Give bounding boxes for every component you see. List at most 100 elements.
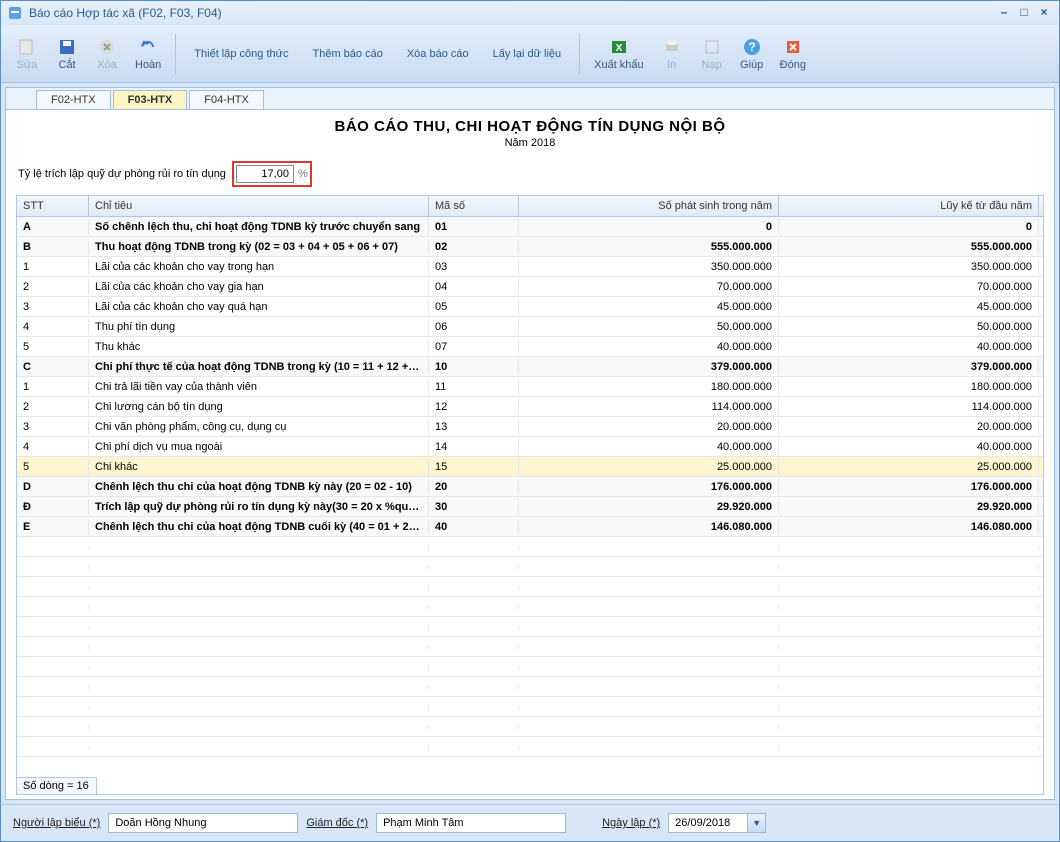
- tab-f04[interactable]: F04-HTX: [189, 90, 264, 109]
- cell-ct: Số chênh lệch thu, chi hoạt động TDNB kỳ…: [89, 219, 429, 235]
- cell-ms: 10: [429, 359, 519, 375]
- cell-ms: 20: [429, 479, 519, 495]
- help-button[interactable]: ?Giúp: [734, 35, 770, 73]
- close-button[interactable]: Đóng: [774, 35, 812, 73]
- table-row-empty: [17, 717, 1043, 737]
- cell-sp: 379.000.000: [519, 359, 779, 375]
- load-button: Nạp: [694, 35, 730, 73]
- table-row[interactable]: 5Thu khác0740.000.00040.000.000: [17, 337, 1043, 357]
- table-row[interactable]: 2Lãi của các khoản cho vay gia hạn0470.0…: [17, 277, 1043, 297]
- formula-button[interactable]: Thiết lập công thức: [184, 44, 298, 64]
- cell-ct: Chênh lệch thu chi của hoạt động TDNB cu…: [89, 519, 429, 535]
- col-sophatsinh[interactable]: Số phát sinh trong năm: [519, 196, 779, 216]
- cell-stt: B: [17, 239, 89, 255]
- cell-ms: 01: [429, 219, 519, 235]
- grid-body[interactable]: ASố chênh lệch thu, chi hoạt động TDNB k…: [17, 217, 1043, 777]
- table-row[interactable]: 4Thu phí tín dụng0650.000.00050.000.000: [17, 317, 1043, 337]
- undo-button[interactable]: Hoàn: [129, 35, 167, 73]
- minimize-button[interactable]: –: [995, 5, 1013, 21]
- close-window-button[interactable]: ×: [1035, 5, 1053, 21]
- cell-sp: 114.000.000: [519, 399, 779, 415]
- table-row[interactable]: 3Lãi của các khoản cho vay quá hạn0545.0…: [17, 297, 1043, 317]
- cell-sp: 555.000.000: [519, 239, 779, 255]
- refetch-button[interactable]: Lấy lại dữ liệu: [483, 44, 572, 64]
- cell-ms: 06: [429, 319, 519, 335]
- table-row[interactable]: 5Chi khác1525.000.00025.000.000: [17, 457, 1043, 477]
- col-luyke[interactable]: Lũy kế từ đầu năm: [779, 196, 1039, 216]
- cell-ms: 04: [429, 279, 519, 295]
- cell-sp: 146.080.000: [519, 519, 779, 535]
- table-row[interactable]: 2Chi lương cán bộ tín dụng12114.000.0001…: [17, 397, 1043, 417]
- cell-sp: 350.000.000: [519, 259, 779, 275]
- cell-sp: 50.000.000: [519, 319, 779, 335]
- titlebar: Báo cáo Hợp tác xã (F02, F03, F04) – □ ×: [1, 1, 1059, 25]
- director-input[interactable]: [376, 813, 566, 833]
- table-row[interactable]: BThu hoạt động TDNB trong kỳ (02 = 03 + …: [17, 237, 1043, 257]
- cell-ct: Chi phí thực tế của hoạt động TDNB trong…: [89, 359, 429, 375]
- toolbar: Sửa Cắt Xóa Hoàn Thiết lập công thức Thê…: [1, 25, 1059, 83]
- print-button: In: [654, 35, 690, 73]
- svg-text:X: X: [616, 43, 623, 54]
- save-icon: [57, 37, 77, 57]
- grid-footer: Số dòng = 16: [17, 777, 97, 794]
- percent-label: %: [298, 168, 308, 180]
- table-row[interactable]: EChênh lệch thu chi của hoạt động TDNB c…: [17, 517, 1043, 537]
- date-dropdown-button[interactable]: ▼: [748, 813, 766, 833]
- cell-lk: 114.000.000: [779, 399, 1039, 415]
- footer: Người lập biểu (*) Giám đốc (*) Ngày lập…: [1, 804, 1059, 841]
- cell-stt: 3: [17, 419, 89, 435]
- table-row[interactable]: ĐTrích lập quỹ dự phòng rủi ro tín dụng …: [17, 497, 1043, 517]
- delete-icon: [97, 37, 117, 57]
- date-input[interactable]: [668, 813, 748, 833]
- table-row[interactable]: 3Chi văn phòng phẩm, công cụ, dụng cụ132…: [17, 417, 1043, 437]
- cell-lk: 29.920.000: [779, 499, 1039, 515]
- table-row-empty: [17, 617, 1043, 637]
- export-button[interactable]: XXuất khẩu: [588, 35, 650, 73]
- col-maso[interactable]: Mã số: [429, 196, 519, 216]
- table-row[interactable]: 1Chi trả lãi tiền vay của thành viên1118…: [17, 377, 1043, 397]
- preparer-input[interactable]: [108, 813, 298, 833]
- cell-lk: 70.000.000: [779, 279, 1039, 295]
- edit-button: Sửa: [9, 35, 45, 73]
- cell-ms: 12: [429, 399, 519, 415]
- cell-sp: 40.000.000: [519, 339, 779, 355]
- table-row[interactable]: CChi phí thực tế của hoạt động TDNB tron…: [17, 357, 1043, 377]
- cell-ms: 07: [429, 339, 519, 355]
- tab-f03[interactable]: F03-HTX: [113, 90, 188, 109]
- load-icon: [702, 37, 722, 57]
- delete-button: Xóa: [89, 35, 125, 73]
- tab-bar: F02-HTX F03-HTX F04-HTX: [6, 88, 1054, 110]
- table-row[interactable]: 4Chi phí dịch vụ mua ngoài1440.000.00040…: [17, 437, 1043, 457]
- remove-report-button[interactable]: Xóa báo cáo: [397, 44, 479, 64]
- table-row[interactable]: 1Lãi của các khoản cho vay trong hạn0335…: [17, 257, 1043, 277]
- tab-f02[interactable]: F02-HTX: [36, 90, 111, 109]
- cell-ms: 15: [429, 459, 519, 475]
- cell-lk: 40.000.000: [779, 439, 1039, 455]
- rate-input[interactable]: [236, 165, 294, 183]
- cell-ct: Chi khác: [89, 459, 429, 475]
- table-row-empty: [17, 677, 1043, 697]
- add-report-button[interactable]: Thêm báo cáo: [303, 44, 393, 64]
- cell-lk: 146.080.000: [779, 519, 1039, 535]
- svg-text:?: ?: [748, 40, 755, 54]
- cut-button[interactable]: Cắt: [49, 35, 85, 73]
- maximize-button[interactable]: □: [1015, 5, 1033, 21]
- cell-ms: 05: [429, 299, 519, 315]
- cell-ct: Lãi của các khoản cho vay trong hạn: [89, 259, 429, 275]
- undo-icon: [138, 37, 158, 57]
- edit-icon: [17, 37, 37, 57]
- cell-ms: 30: [429, 499, 519, 515]
- app-window: Báo cáo Hợp tác xã (F02, F03, F04) – □ ×…: [0, 0, 1060, 842]
- cell-sp: 70.000.000: [519, 279, 779, 295]
- col-stt[interactable]: STT: [17, 196, 89, 216]
- table-row[interactable]: DChênh lệch thu chi của hoạt động TDNB k…: [17, 477, 1043, 497]
- cell-lk: 20.000.000: [779, 419, 1039, 435]
- col-chitieu[interactable]: Chỉ tiêu: [89, 196, 429, 216]
- director-label: Giám đốc (*): [306, 817, 368, 829]
- cell-lk: 40.000.000: [779, 339, 1039, 355]
- cell-ms: 11: [429, 379, 519, 395]
- table-row[interactable]: ASố chênh lệch thu, chi hoạt động TDNB k…: [17, 217, 1043, 237]
- report-header: BÁO CÁO THU, CHI HOẠT ĐỘNG TÍN DỤNG NỘI …: [6, 110, 1054, 153]
- cell-stt: Đ: [17, 499, 89, 515]
- cell-stt: 1: [17, 379, 89, 395]
